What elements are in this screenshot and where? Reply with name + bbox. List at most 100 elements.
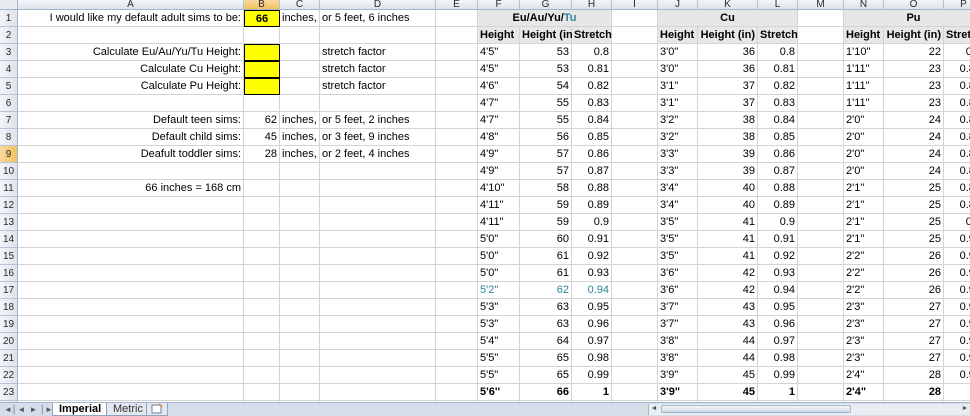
row-header-17[interactable]: 17 [0, 282, 18, 299]
row-header-3[interactable]: 3 [0, 44, 18, 61]
table-cell[interactable]: 1 [572, 384, 612, 401]
table-cell[interactable]: 3'4" [658, 180, 698, 197]
table-cell[interactable]: 24 [884, 163, 944, 180]
table-cell[interactable]: 53 [520, 44, 572, 61]
cell[interactable] [320, 384, 436, 401]
column-header-b[interactable]: B [244, 0, 280, 10]
row-header-16[interactable]: 16 [0, 265, 18, 282]
cell[interactable] [436, 350, 478, 367]
table-cell[interactable]: 0.81 [572, 61, 612, 78]
table-cell[interactable]: 1 [944, 384, 970, 401]
table-cell[interactable]: 0.99 [944, 367, 970, 384]
cell[interactable] [612, 214, 658, 231]
table-cell[interactable]: 3'9" [658, 367, 698, 384]
cell[interactable] [798, 265, 844, 282]
row-header-1[interactable]: 1 [0, 10, 18, 27]
cell[interactable] [244, 282, 280, 299]
default-age-value[interactable]: 62 [244, 112, 280, 129]
table-cell[interactable]: 3'8" [658, 333, 698, 350]
table-cell[interactable]: 43 [698, 299, 758, 316]
table-cell[interactable]: 0.86 [944, 146, 970, 163]
table-cell[interactable]: 0.94 [572, 282, 612, 299]
table-cell[interactable]: 0.85 [944, 129, 970, 146]
column-title[interactable]: Stretch [572, 27, 612, 44]
table-cell[interactable]: 61 [520, 248, 572, 265]
cell[interactable] [18, 265, 244, 282]
cell[interactable] [280, 61, 320, 78]
table-cell[interactable]: 2'3" [844, 350, 884, 367]
table-cell[interactable]: 26 [884, 282, 944, 299]
cell[interactable] [436, 333, 478, 350]
table-cell[interactable]: 0.8 [944, 44, 970, 61]
cell[interactable] [18, 214, 244, 231]
table-cell[interactable]: 0.85 [572, 129, 612, 146]
table-cell[interactable]: 40 [698, 180, 758, 197]
table-cell[interactable]: 4'5" [478, 44, 520, 61]
table-cell[interactable]: 0.94 [944, 282, 970, 299]
table-cell[interactable]: 3'1" [658, 78, 698, 95]
cell[interactable] [798, 282, 844, 299]
cell[interactable] [612, 146, 658, 163]
table-cell[interactable]: 38 [698, 129, 758, 146]
calc-eu-label[interactable]: Calculate Eu/Au/Yu/Tu Height: [18, 44, 244, 61]
cell[interactable] [280, 333, 320, 350]
cell[interactable] [798, 44, 844, 61]
cell[interactable] [798, 146, 844, 163]
column-title[interactable]: Stretch [944, 27, 970, 44]
column-title[interactable]: Stretch [758, 27, 798, 44]
row-header-21[interactable]: 21 [0, 350, 18, 367]
cell[interactable] [280, 95, 320, 112]
table-cell[interactable]: 0.93 [758, 265, 798, 282]
cell[interactable] [798, 27, 844, 44]
table-cell[interactable]: 0.81 [758, 61, 798, 78]
row-header-15[interactable]: 15 [0, 248, 18, 265]
table-cell[interactable]: 2'2" [844, 248, 884, 265]
cell[interactable] [436, 197, 478, 214]
table-cell[interactable]: 4'6" [478, 78, 520, 95]
cell[interactable] [798, 180, 844, 197]
table-cell[interactable]: 0.8 [758, 44, 798, 61]
cell[interactable] [612, 163, 658, 180]
table-cell[interactable]: 27 [884, 316, 944, 333]
cell[interactable] [798, 248, 844, 265]
table-cell[interactable]: 2'0" [844, 146, 884, 163]
table-cell[interactable]: 0.91 [758, 231, 798, 248]
tab-metric[interactable]: Metric [106, 403, 150, 416]
cell[interactable] [18, 163, 244, 180]
table-cell[interactable]: 0.87 [572, 163, 612, 180]
cell[interactable] [798, 78, 844, 95]
table-cell[interactable]: 5'4" [478, 333, 520, 350]
table-cell[interactable]: 41 [698, 214, 758, 231]
table-cell[interactable]: 2'4" [844, 384, 884, 401]
table-cell[interactable]: 0.96 [944, 316, 970, 333]
table-cell[interactable]: 27 [884, 333, 944, 350]
cell[interactable] [798, 299, 844, 316]
feet-note[interactable]: or 3 feet, 9 inches [320, 129, 436, 146]
table-cell[interactable]: 37 [698, 95, 758, 112]
table-cell[interactable]: 0.89 [572, 197, 612, 214]
cell[interactable] [320, 248, 436, 265]
row-header-8[interactable]: 8 [0, 129, 18, 146]
column-title[interactable]: Height (in) [698, 27, 758, 44]
table-cell[interactable]: 0.96 [758, 316, 798, 333]
cell[interactable] [280, 316, 320, 333]
table-cell[interactable]: 0.93 [944, 265, 970, 282]
cell[interactable] [436, 282, 478, 299]
cell[interactable] [436, 163, 478, 180]
row-header-19[interactable]: 19 [0, 316, 18, 333]
table-cell[interactable]: 61 [520, 265, 572, 282]
table-cell[interactable]: 3'2" [658, 112, 698, 129]
table-cell[interactable]: 23 [884, 95, 944, 112]
table-cell[interactable]: 0.98 [572, 350, 612, 367]
table-cell[interactable]: 3'5" [658, 214, 698, 231]
table-cell[interactable]: 2'2" [844, 265, 884, 282]
table-cell[interactable]: 65 [520, 350, 572, 367]
table-cell[interactable]: 3'9" [658, 384, 698, 401]
table-cell[interactable]: 54 [520, 78, 572, 95]
cell[interactable] [320, 163, 436, 180]
column-header-j[interactable]: J [658, 0, 698, 10]
table-cell[interactable]: 42 [698, 265, 758, 282]
table-cell[interactable]: 3'5" [658, 248, 698, 265]
cell[interactable] [244, 248, 280, 265]
table-cell[interactable]: 4'7" [478, 112, 520, 129]
